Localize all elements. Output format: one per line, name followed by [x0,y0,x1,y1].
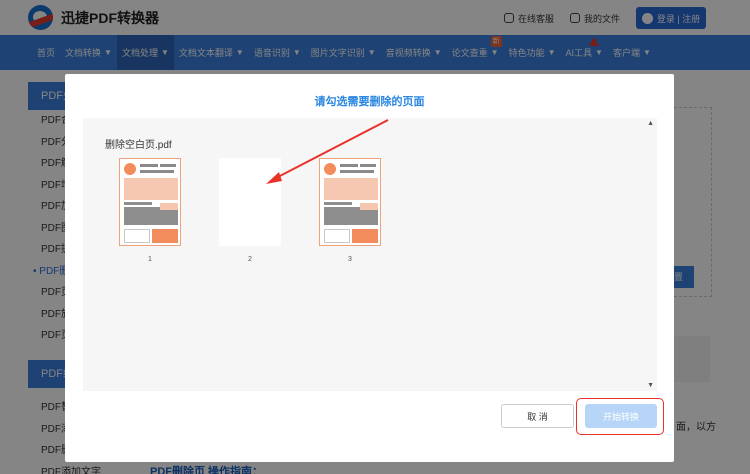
annotation-arrow [266,119,389,184]
